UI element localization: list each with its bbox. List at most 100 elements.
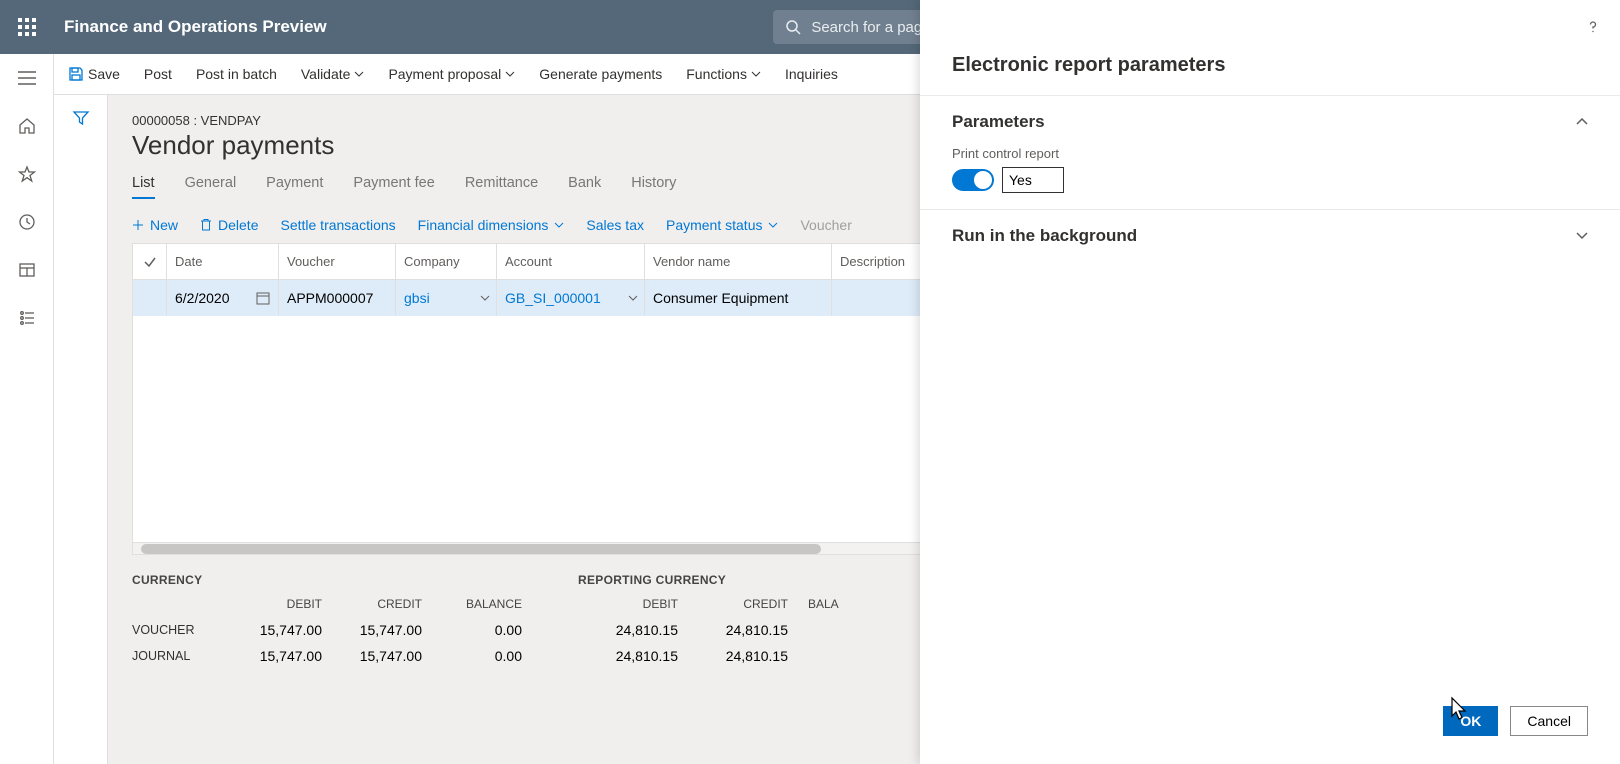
payment-proposal-button[interactable]: Payment proposal [388, 66, 515, 82]
search-icon [785, 19, 801, 35]
tab-history[interactable]: History [631, 175, 676, 199]
delete-label: Delete [218, 217, 258, 233]
home-icon[interactable] [15, 114, 39, 138]
chevron-down-icon [768, 222, 778, 228]
currency-title: CURRENCY [132, 573, 532, 587]
cell-date[interactable]: 6/2/2020 [167, 280, 279, 316]
print-control-value[interactable]: Yes [1002, 167, 1064, 193]
chevron-down-icon [628, 295, 638, 301]
r-journal-debit: 24,810.15 [578, 648, 688, 664]
calendar-icon [256, 291, 270, 305]
save-icon [68, 66, 84, 82]
filter-icon [72, 109, 90, 127]
functions-label: Functions [686, 66, 747, 82]
chevron-down-icon [480, 295, 490, 301]
header-account[interactable]: Account [497, 244, 645, 279]
inquiries-button[interactable]: Inquiries [785, 66, 838, 82]
header-date[interactable]: Date [167, 244, 279, 279]
th-r-balance: BALA [798, 597, 868, 611]
search-placeholder: Search for a page [811, 19, 930, 36]
workspaces-icon[interactable] [15, 258, 39, 282]
cell-vendor[interactable]: Consumer Equipment [645, 280, 832, 316]
section-parameters-title: Parameters [952, 112, 1045, 132]
payment-status-label: Payment status [666, 217, 763, 233]
reporting-title: REPORTING CURRENCY [578, 573, 868, 587]
tab-general[interactable]: General [185, 175, 237, 199]
section-background-header[interactable]: Run in the background [952, 226, 1588, 246]
app-launcher[interactable] [0, 0, 54, 54]
chevron-up-icon [1576, 118, 1588, 126]
post-button[interactable]: Post [144, 66, 172, 82]
filter-column[interactable] [54, 95, 108, 764]
section-background: Run in the background [920, 209, 1620, 262]
cancel-button[interactable]: Cancel [1510, 706, 1588, 736]
save-label: Save [88, 66, 120, 82]
row-select[interactable] [133, 280, 167, 316]
panel-title: Electronic report parameters [920, 54, 1620, 95]
chevron-down-icon [505, 71, 515, 77]
th-r-debit: DEBIT [578, 597, 688, 611]
check-icon [143, 255, 157, 269]
journal-debit: 15,747.00 [232, 648, 332, 664]
delete-button[interactable]: Delete [200, 217, 258, 233]
print-control-toggle[interactable] [952, 169, 994, 191]
settle-button[interactable]: Settle transactions [280, 217, 395, 233]
fin-dim-label: Financial dimensions [418, 217, 549, 233]
help-icon[interactable] [1584, 18, 1602, 36]
tab-list[interactable]: List [132, 175, 155, 199]
favorites-icon[interactable] [15, 162, 39, 186]
r-voucher-debit: 24,810.15 [578, 622, 688, 638]
post-batch-button[interactable]: Post in batch [196, 66, 277, 82]
payment-status-button[interactable]: Payment status [666, 217, 779, 233]
th-balance: BALANCE [432, 597, 532, 611]
menu-icon[interactable] [15, 66, 39, 90]
header-voucher[interactable]: Voucher [279, 244, 396, 279]
sales-tax-button[interactable]: Sales tax [586, 217, 644, 233]
section-background-title: Run in the background [952, 226, 1137, 246]
generate-payments-button[interactable]: Generate payments [539, 66, 662, 82]
scrollbar-thumb[interactable] [141, 544, 821, 554]
journal-balance: 0.00 [432, 648, 532, 664]
plus-icon [132, 219, 144, 231]
voucher-balance: 0.00 [432, 622, 532, 638]
fin-dim-button[interactable]: Financial dimensions [418, 217, 565, 233]
chevron-down-icon [554, 222, 564, 228]
validate-button[interactable]: Validate [301, 66, 365, 82]
payment-proposal-label: Payment proposal [388, 66, 501, 82]
section-parameters: Parameters Print control report Yes [920, 95, 1620, 209]
row-voucher-label: VOUCHER [132, 623, 232, 637]
cell-voucher[interactable]: APPM000007 [279, 280, 396, 316]
chevron-down-icon [354, 71, 364, 77]
th-debit: DEBIT [232, 597, 332, 611]
th-r-credit: CREDIT [688, 597, 798, 611]
print-control-label: Print control report [952, 146, 1588, 161]
th-credit: CREDIT [332, 597, 432, 611]
app-title: Finance and Operations Preview [64, 17, 327, 37]
save-button[interactable]: Save [68, 66, 120, 82]
header-vendor[interactable]: Vendor name [645, 244, 832, 279]
voucher-button[interactable]: Voucher [800, 217, 851, 233]
tab-payment[interactable]: Payment [266, 175, 323, 199]
tab-remittance[interactable]: Remittance [465, 175, 538, 199]
tab-payment-fee[interactable]: Payment fee [353, 175, 434, 199]
functions-button[interactable]: Functions [686, 66, 761, 82]
header-select-all[interactable] [133, 244, 167, 279]
row-journal-label: JOURNAL [132, 649, 232, 663]
recent-icon[interactable] [15, 210, 39, 234]
chevron-down-icon [751, 71, 761, 77]
tab-bank[interactable]: Bank [568, 175, 601, 199]
cell-account[interactable]: GB_SI_000001 [497, 280, 645, 316]
panel-electronic-report-parameters: Electronic report parameters Parameters … [920, 0, 1620, 764]
chevron-down-icon [1576, 232, 1588, 240]
new-button[interactable]: New [132, 217, 178, 233]
trash-icon [200, 218, 212, 232]
section-parameters-header[interactable]: Parameters [952, 112, 1588, 132]
cell-company-value: gbsi [404, 290, 430, 306]
new-label: New [150, 217, 178, 233]
left-rail [0, 54, 54, 764]
header-company[interactable]: Company [396, 244, 497, 279]
waffle-icon [18, 18, 36, 36]
cell-company[interactable]: gbsi [396, 280, 497, 316]
ok-button[interactable]: OK [1443, 706, 1498, 736]
modules-icon[interactable] [15, 306, 39, 330]
